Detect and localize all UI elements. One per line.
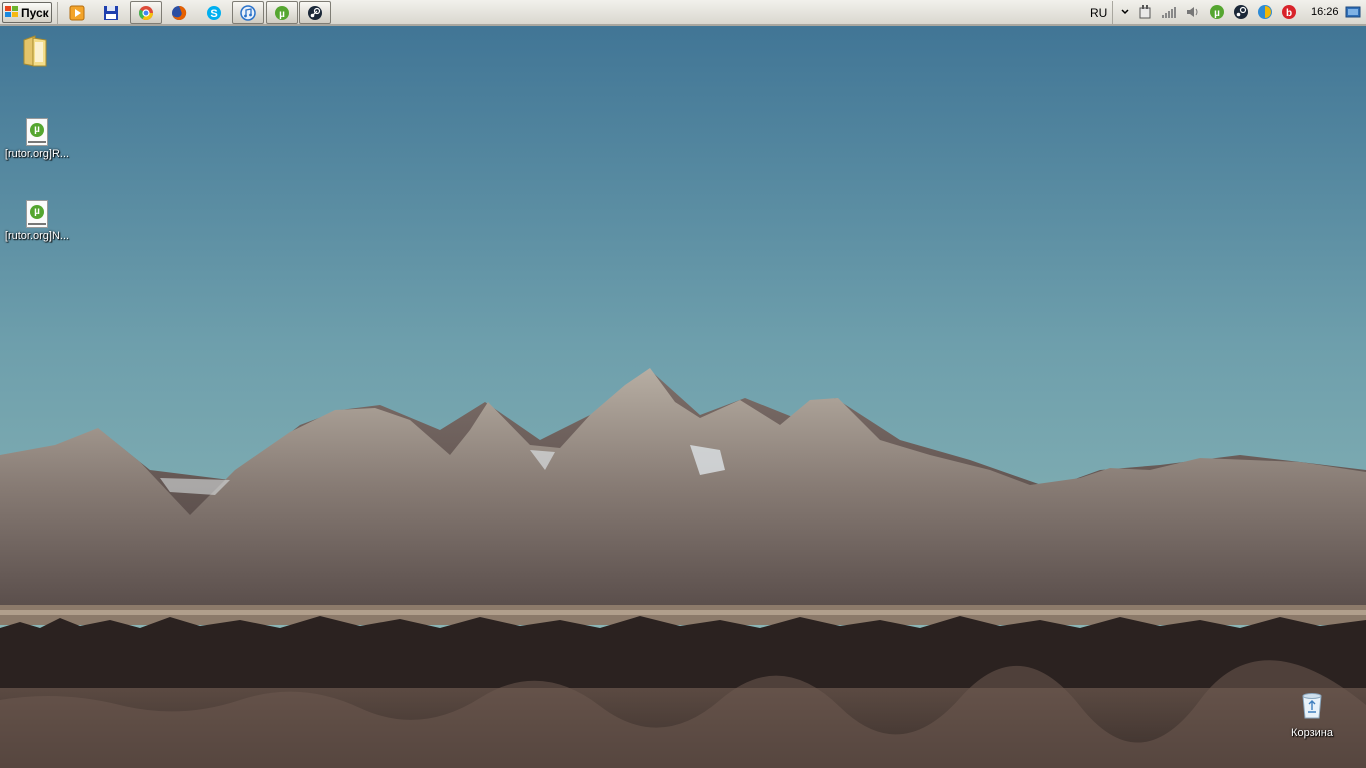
taskbar: Пуск S µ RU µ b 16:26 [0, 0, 1366, 26]
desktop-wallpaper [0, 0, 1366, 768]
volume-icon[interactable] [1185, 4, 1201, 20]
beats-audio-icon[interactable]: b [1281, 4, 1297, 20]
folder-icon [23, 35, 47, 67]
svg-text:µ: µ [1214, 8, 1220, 19]
language-indicator[interactable]: RU [1090, 6, 1107, 20]
start-label: Пуск [21, 5, 49, 20]
svg-text:S: S [210, 8, 217, 20]
steam-tray-icon[interactable] [1233, 4, 1249, 20]
plain-haze [0, 610, 1366, 615]
skype-icon[interactable]: S [204, 3, 224, 23]
audio-manager-icon[interactable] [1257, 4, 1273, 20]
network-signal-icon[interactable] [1161, 4, 1177, 20]
chevron-down-icon[interactable] [1117, 4, 1133, 20]
svg-text:µ: µ [279, 9, 285, 20]
windows-logo-icon [5, 6, 19, 19]
desktop-icon-recycle-bin[interactable]: Корзина [1274, 690, 1350, 739]
forest [0, 616, 1366, 690]
desktop-icon-label: [rutor.org]R... [4, 148, 70, 160]
utorrent-icon[interactable]: µ [266, 1, 298, 24]
torrent-file-icon: µ [26, 200, 48, 228]
save-disk-icon[interactable] [101, 3, 121, 23]
clock[interactable]: 16:26 [1311, 6, 1339, 18]
desktop-icon-folder[interactable] [0, 34, 73, 75]
start-button[interactable]: Пуск [2, 2, 52, 23]
recycle-bin-icon [1302, 693, 1322, 719]
desktop-icon-torrent-1[interactable]: µ [rutor.org]R... [0, 118, 75, 160]
show-desktop-icon[interactable] [1345, 4, 1361, 20]
safely-remove-hardware-icon[interactable] [1137, 4, 1153, 20]
itunes-icon[interactable] [232, 1, 264, 24]
steam-icon[interactable] [299, 1, 331, 24]
desktop-icon-label: Корзина [1291, 727, 1333, 739]
torrent-file-icon: µ [26, 118, 48, 146]
svg-text:b: b [1286, 8, 1292, 19]
media-player-icon[interactable] [67, 3, 87, 23]
chrome-icon[interactable] [130, 1, 162, 24]
desktop-icon-torrent-2[interactable]: µ [rutor.org]N... [0, 200, 75, 242]
desktop-icon-label: [rutor.org]N... [4, 230, 70, 242]
utorrent-tray-icon[interactable]: µ [1209, 4, 1225, 20]
firefox-icon[interactable] [169, 3, 189, 23]
taskbar-divider [57, 2, 58, 24]
